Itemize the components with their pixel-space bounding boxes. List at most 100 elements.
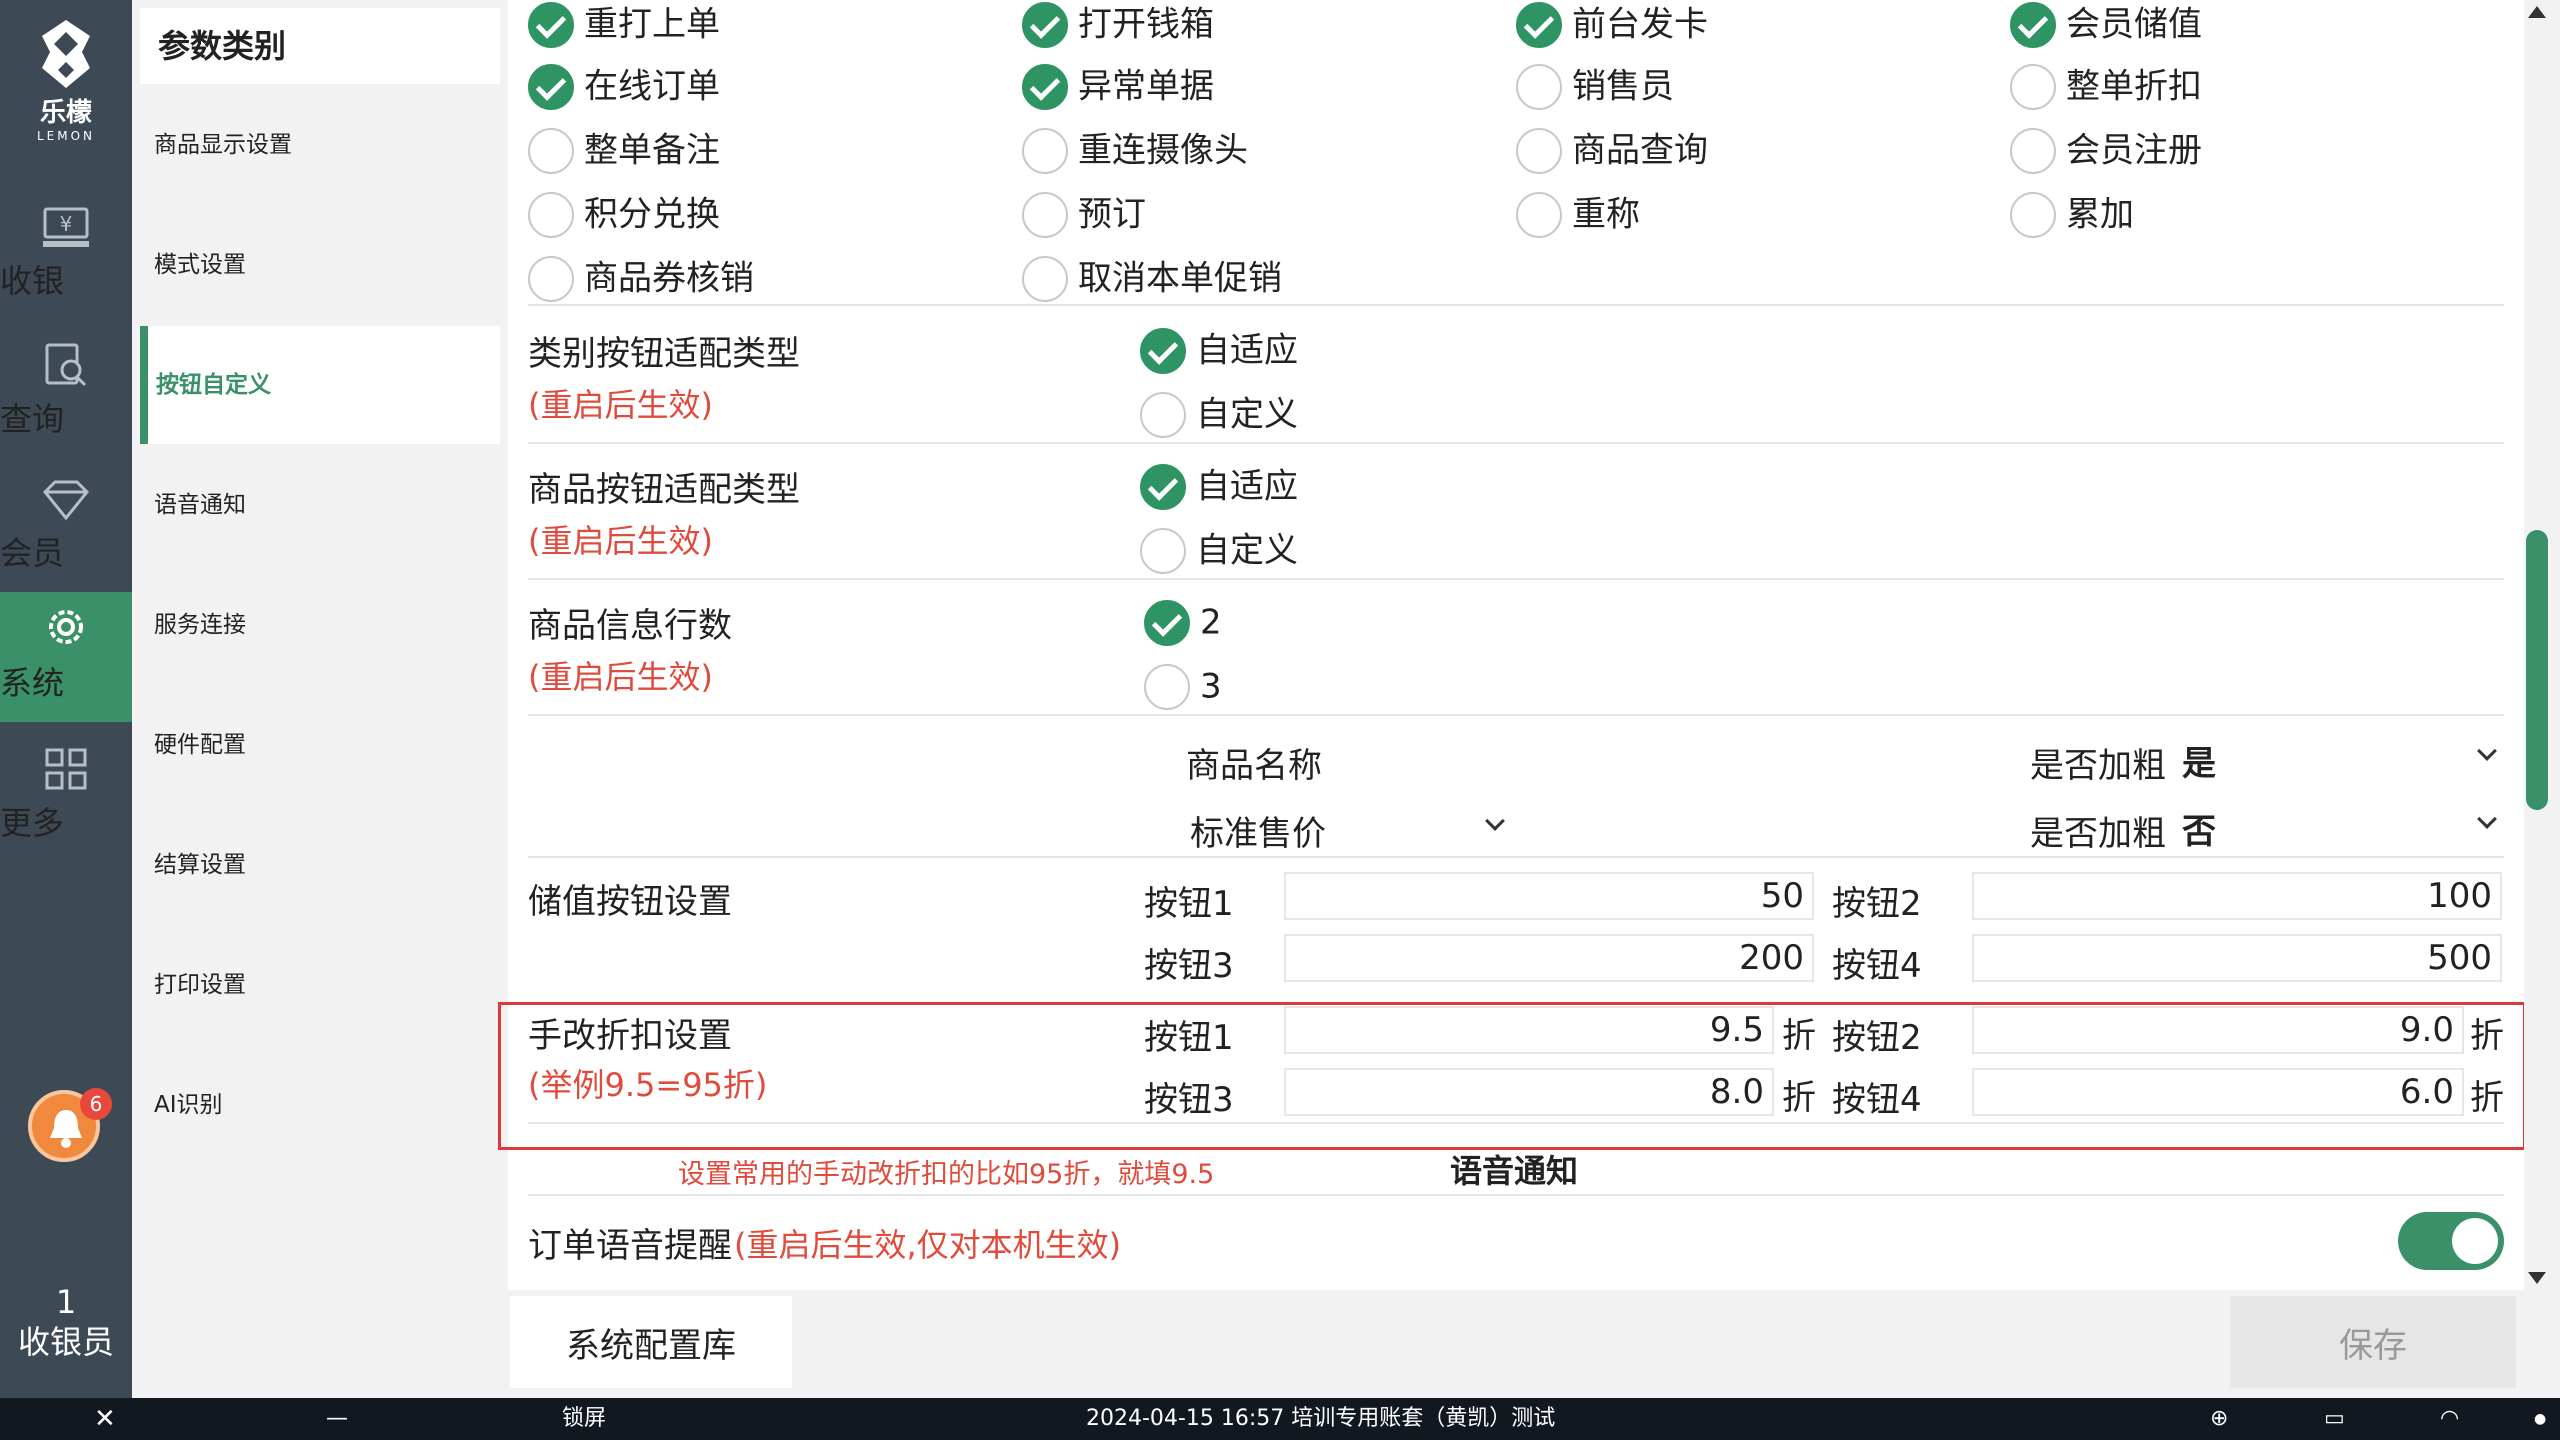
radio-option[interactable]: 自定义 [1140,524,1298,574]
stored-btn1-input[interactable]: 50 [1284,872,1814,920]
checkbox-option[interactable]: 会员储值 [2010,0,2202,48]
unchecked-icon [1140,527,1186,574]
checkbox-option[interactable]: 销售员 [1516,60,1674,110]
logo-name: 乐檬 [39,98,92,128]
unchecked-icon [2010,127,2056,174]
row1-bold-select[interactable]: 是 [2182,736,2216,785]
category-item[interactable]: 结算设置 [140,806,500,924]
checkbox-option[interactable]: 整单备注 [528,124,720,174]
category-item[interactable]: 服务连接 [140,566,500,684]
unchecked-icon [528,191,574,238]
info-rows-label: 商品信息行数 [528,606,732,646]
category-item[interactable]: AI识别 [140,1046,500,1164]
checkbox-option[interactable]: 预订 [1022,188,1146,238]
svg-text:¥: ¥ [60,212,73,236]
unchecked-icon [2010,191,2056,238]
checkbox-option[interactable]: 取消本单促销 [1022,252,1282,302]
unchecked-icon [528,127,574,174]
status-text: 2024-04-15 16:57 培训专用账套（黄凯）测试 [1086,1406,1556,1431]
monitor-icon[interactable]: ▭ [2324,1398,2345,1440]
checked-icon [1140,463,1186,510]
checkbox-option[interactable]: 累加 [2010,188,2134,238]
scroll-down-icon[interactable] [2528,1272,2546,1284]
nav-label: 会员 [0,534,65,572]
app-logo: 乐檬 LEMON [0,18,132,148]
scrollbar-thumb[interactable] [2526,530,2548,810]
user-info[interactable]: 1 收银员 [0,1282,132,1362]
nav-item-system[interactable]: 系统 [0,592,132,722]
globe-icon[interactable]: ⊕ [2210,1398,2228,1440]
checked-icon [2010,1,2056,48]
system-config-button[interactable]: 系统配置库 [510,1296,792,1388]
notification-count-badge: 6 [80,1088,112,1120]
checked-icon [528,1,574,48]
category-item[interactable]: 商品显示设置 [140,86,500,204]
stored-btn4-input[interactable]: 500 [1972,934,2502,982]
wifi-icon[interactable]: ◠ [2440,1398,2459,1440]
checkbox-option[interactable]: 整单折扣 [2010,60,2202,110]
checkbox-option[interactable]: 在线订单 [528,60,720,110]
row1-field: 商品名称 [1186,746,1322,786]
row2-bold-select[interactable]: 否 [2182,804,2216,853]
cash-register-icon: ¥ [43,207,89,247]
grid-icon [45,748,87,790]
checkbox-option[interactable]: 异常单据 [1022,60,1214,110]
category-item[interactable]: 打印设置 [140,926,500,1044]
order-voice-note: (重启后生效,仅对本机生效) [734,1226,1122,1264]
order-voice-toggle[interactable] [2398,1212,2504,1270]
divider [528,304,2504,306]
save-button[interactable]: 保存 [2230,1296,2516,1388]
category-item[interactable]: 模式设置 [140,206,500,324]
lock-screen[interactable]: 锁屏 [562,1398,606,1440]
row2-bold-label: 是否加粗 [2030,814,2166,854]
checked-icon [1140,327,1186,374]
category-btn-label: 类别按钮适配类型 [528,334,800,374]
category-title: 参数类别 [140,8,500,84]
search-doc-icon [45,343,87,387]
nav-label: 收银 [0,262,65,300]
unchecked-icon [1140,391,1186,438]
close-icon[interactable]: ✕ [94,1398,116,1440]
checked-icon [1022,1,1068,48]
unchecked-icon [1022,191,1068,238]
radio-option[interactable]: 自定义 [1140,388,1298,438]
radio-option[interactable]: 3 [1144,660,1222,710]
checked-icon [1516,1,1562,48]
checkbox-option[interactable]: 商品券核销 [528,252,754,302]
category-item[interactable]: 硬件配置 [140,686,500,804]
checkbox-option[interactable]: 前台发卡 [1516,0,1708,48]
restart-note: (重启后生效) [528,522,713,560]
radio-option[interactable]: 自适应 [1140,460,1298,510]
nav-item-query[interactable]: 查询 [0,332,132,462]
nav-item-cashier[interactable]: ¥ 收银 [0,196,132,326]
scroll-up-icon[interactable] [2528,6,2546,18]
checkbox-option[interactable]: 重连摄像头 [1022,124,1248,174]
minimize-icon[interactable]: — [326,1398,348,1440]
divider [528,578,2504,580]
radio-option[interactable]: 2 [1144,596,1222,646]
nav-item-member[interactable]: 会员 [0,468,132,598]
category-item[interactable]: 语音通知 [140,446,500,564]
radio-option[interactable]: 自适应 [1140,324,1298,374]
checkbox-option[interactable]: 重称 [1516,188,1640,238]
unchecked-icon [1516,191,1562,238]
unchecked-icon [1144,663,1190,710]
checkbox-option[interactable]: 商品查询 [1516,124,1708,174]
nav-item-more[interactable]: 更多 [0,736,132,866]
voice-section-title: 语音通知 [1450,1152,1579,1190]
unchecked-icon [1516,63,1562,110]
stored-btn3-input[interactable]: 200 [1284,934,1814,982]
row2-field-select[interactable]: 标准售价 [1190,806,1326,855]
checkbox-option[interactable]: 会员注册 [2010,124,2202,174]
row1-bold-label: 是否加粗 [2030,746,2166,786]
stored-btn2-input[interactable]: 100 [1972,872,2502,920]
checked-icon [1144,599,1190,646]
category-item-active[interactable]: 按钮自定义 [140,326,500,444]
divider [528,856,2504,858]
nav-label: 查询 [0,400,65,438]
checkbox-option[interactable]: 打开钱箱 [1022,0,1214,48]
checkbox-option[interactable]: 重打上单 [528,0,720,48]
checkbox-option[interactable]: 积分兑换 [528,188,720,238]
annotation-text: 设置常用的手动改折扣的比如95折，就填9.5 [678,1159,1215,1190]
divider [528,714,2504,716]
